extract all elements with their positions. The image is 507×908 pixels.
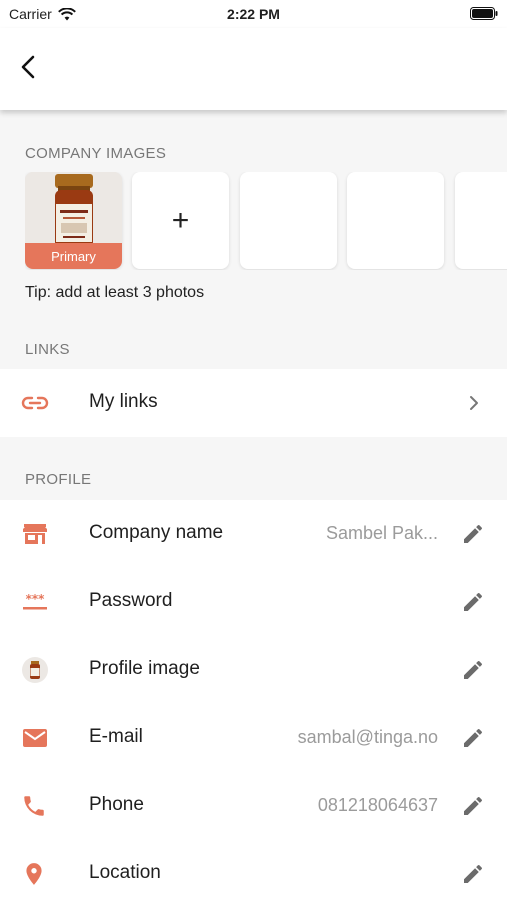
company-name-value: Sambel Pak... bbox=[325, 523, 438, 543]
pencil-icon[interactable] bbox=[461, 726, 485, 750]
my-links-label: My links bbox=[89, 391, 158, 412]
section-label-company-images: COMPANY IMAGES bbox=[25, 145, 167, 162]
phone-value: 081218064637 bbox=[317, 795, 438, 815]
profile-list: Company name Sambel Pak... *** Password … bbox=[0, 500, 507, 908]
pencil-icon[interactable] bbox=[461, 794, 485, 818]
phone-icon bbox=[24, 796, 44, 816]
row-label: Location bbox=[89, 862, 161, 883]
empty-image-slot[interactable] bbox=[347, 172, 444, 269]
pencil-icon[interactable] bbox=[461, 862, 485, 886]
section-label-profile: PROFILE bbox=[25, 471, 92, 488]
empty-image-slot[interactable] bbox=[240, 172, 337, 269]
mail-icon bbox=[23, 729, 47, 747]
battery-icon bbox=[470, 7, 498, 20]
profile-row-location[interactable]: Location bbox=[0, 840, 507, 908]
profile-image-avatar bbox=[22, 657, 48, 683]
email-value: sambal@tinga.no bbox=[297, 727, 438, 747]
chevron-right-icon bbox=[470, 396, 478, 410]
location-pin-icon bbox=[26, 863, 42, 885]
row-label: Profile image bbox=[89, 658, 200, 679]
profile-row-company-name[interactable]: Company name Sambel Pak... bbox=[0, 500, 507, 568]
back-arrow-icon[interactable] bbox=[14, 52, 44, 82]
section-label-links: LINKS bbox=[25, 341, 70, 358]
add-image-button[interactable]: + bbox=[132, 172, 229, 269]
empty-image-slot[interactable] bbox=[455, 172, 507, 269]
primary-badge: Primary bbox=[25, 243, 122, 269]
profile-row-phone[interactable]: Phone 081218064637 bbox=[0, 772, 507, 840]
row-label: Company name bbox=[89, 522, 224, 543]
status-bar: Carrier 2:22 PM bbox=[0, 0, 507, 28]
my-links-row[interactable]: My links bbox=[0, 369, 507, 437]
pencil-icon[interactable] bbox=[461, 590, 485, 614]
profile-row-password[interactable]: *** Password bbox=[0, 568, 507, 636]
pencil-icon[interactable] bbox=[461, 522, 485, 546]
photo-tip: Tip: add at least 3 photos bbox=[25, 284, 205, 301]
profile-row-profile-image[interactable]: Profile image bbox=[0, 636, 507, 704]
row-label: E-mail bbox=[89, 726, 143, 747]
link-icon bbox=[21, 396, 49, 410]
password-icon: *** bbox=[23, 592, 47, 610]
profile-row-email[interactable]: E-mail sambal@tinga.no bbox=[0, 704, 507, 772]
row-label: Password bbox=[89, 590, 173, 611]
pencil-icon[interactable] bbox=[461, 658, 485, 682]
status-time: 2:22 PM bbox=[227, 6, 280, 22]
primary-image-thumb[interactable]: Primary bbox=[25, 172, 122, 269]
navigation-bar bbox=[0, 28, 507, 110]
store-icon bbox=[23, 524, 47, 544]
svg-text:***: *** bbox=[26, 592, 46, 606]
image-carousel[interactable]: Primary + bbox=[25, 172, 507, 270]
row-label: Phone bbox=[89, 794, 144, 815]
plus-icon: + bbox=[171, 203, 190, 237]
